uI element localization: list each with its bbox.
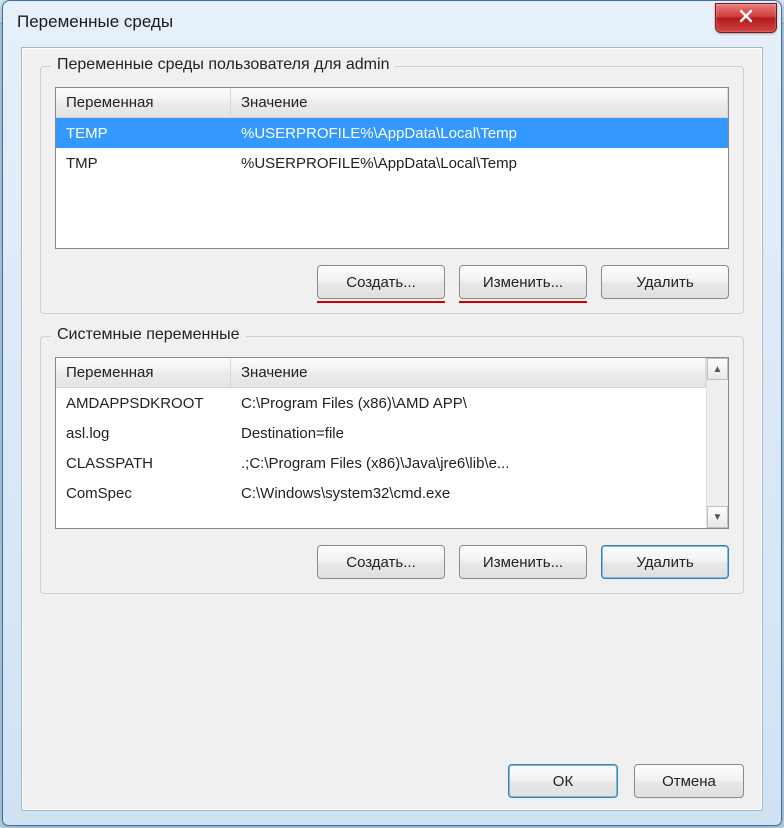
cell-name: TEMP (56, 125, 231, 142)
cell-name: AMDAPPSDKROOT (56, 395, 231, 412)
user-list-body: TEMP %USERPROFILE%\AppData\Local\Temp TM… (56, 118, 728, 248)
table-row[interactable]: ComSpec C:\Windows\system32\cmd.exe (56, 478, 706, 508)
cell-name: TMP (56, 155, 231, 172)
user-variables-group: Переменные среды пользователя для admin … (40, 66, 744, 314)
table-row[interactable]: AMDAPPSDKROOT C:\Program Files (x86)\AMD… (56, 388, 706, 418)
system-variables-group: Системные переменные Переменная Значение… (40, 336, 744, 594)
close-icon (738, 8, 754, 29)
user-new-button[interactable]: Создать... (317, 265, 445, 299)
cell-value: %USERPROFILE%\AppData\Local\Temp (231, 155, 728, 172)
titlebar[interactable]: Переменные среды (3, 1, 781, 43)
scroll-down-button[interactable]: ▼ (707, 506, 728, 528)
vertical-scrollbar[interactable]: ▲ ▼ (706, 358, 728, 528)
user-delete-button[interactable]: Удалить (601, 265, 729, 299)
window-title: Переменные среды (17, 12, 173, 32)
table-row[interactable]: asl.log Destination=file (56, 418, 706, 448)
close-button[interactable] (715, 3, 777, 33)
cell-name: CLASSPATH (56, 455, 231, 472)
cell-name: ComSpec (56, 485, 231, 502)
chevron-down-icon: ▼ (713, 512, 723, 523)
system-variables-list[interactable]: Переменная Значение AMDAPPSDKROOT C:\Pro… (55, 357, 729, 529)
cell-value: %USERPROFILE%\AppData\Local\Temp (231, 125, 728, 142)
system-list-header: Переменная Значение (56, 358, 728, 388)
cell-value: Destination=file (231, 425, 706, 442)
column-header-name[interactable]: Переменная (56, 88, 231, 117)
dialog-footer: ОК Отмена (508, 764, 744, 798)
highlight-marker: Изменить... (459, 265, 587, 299)
cell-value: C:\Windows\system32\cmd.exe (231, 485, 706, 502)
cell-value: .;C:\Program Files (x86)\Java\jre6\lib\e… (231, 455, 706, 472)
highlight-marker: Создать... (317, 265, 445, 299)
system-delete-button[interactable]: Удалить (601, 545, 729, 579)
chevron-up-icon: ▲ (713, 364, 723, 375)
system-group-label: Системные переменные (51, 326, 246, 344)
scroll-up-button[interactable]: ▲ (707, 358, 728, 380)
system-list-body: AMDAPPSDKROOT C:\Program Files (x86)\AMD… (56, 388, 706, 528)
user-variables-list[interactable]: Переменная Значение TEMP %USERPROFILE%\A… (55, 87, 729, 249)
cancel-button[interactable]: Отмена (634, 764, 744, 798)
system-new-button[interactable]: Создать... (317, 545, 445, 579)
table-row[interactable]: CLASSPATH .;C:\Program Files (x86)\Java\… (56, 448, 706, 478)
system-edit-button[interactable]: Изменить... (459, 545, 587, 579)
user-list-header: Переменная Значение (56, 88, 728, 118)
system-button-row: Создать... Изменить... Удалить (55, 545, 729, 579)
user-group-label: Переменные среды пользователя для admin (51, 56, 395, 74)
table-row[interactable]: TEMP %USERPROFILE%\AppData\Local\Temp (56, 118, 728, 148)
dialog-client-area: Переменные среды пользователя для admin … (21, 47, 763, 811)
scroll-track[interactable] (707, 380, 728, 506)
ok-button[interactable]: ОК (508, 764, 618, 798)
cell-name: asl.log (56, 425, 231, 442)
column-header-value[interactable]: Значение (231, 358, 706, 387)
environment-variables-dialog: Переменные среды Переменные среды пользо… (2, 0, 782, 826)
cell-value: C:\Program Files (x86)\AMD APP\ (231, 395, 706, 412)
user-button-row: Создать... Изменить... Удалить (55, 265, 729, 299)
column-header-name[interactable]: Переменная (56, 358, 231, 387)
column-header-value[interactable]: Значение (231, 88, 728, 117)
user-edit-button[interactable]: Изменить... (459, 265, 587, 299)
table-row[interactable]: TMP %USERPROFILE%\AppData\Local\Temp (56, 148, 728, 178)
